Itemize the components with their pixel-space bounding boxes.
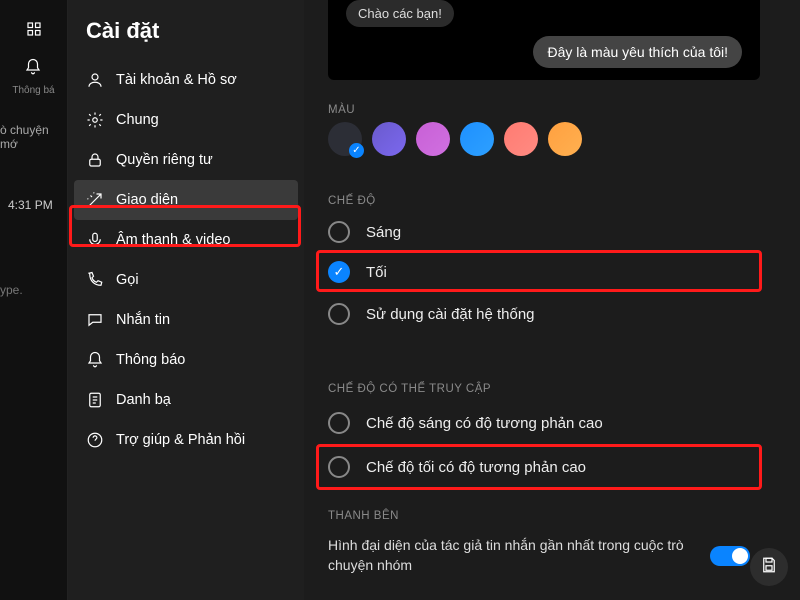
- settings-item-calling[interactable]: Gọi: [68, 260, 304, 300]
- left-truncated-chat: ò chuyện mớ: [0, 123, 68, 151]
- settings-item-general[interactable]: Chung: [68, 100, 304, 140]
- settings-item-contacts[interactable]: Danh bạ: [68, 380, 304, 420]
- mic-icon: [86, 231, 104, 249]
- help-icon: [86, 431, 104, 449]
- preview-bubble-incoming: Chào các bạn!: [346, 0, 454, 27]
- save-icon: [760, 556, 778, 579]
- mode-label: Sử dụng cài đặt hệ thống: [366, 306, 535, 323]
- theme-preview: Chào các bạn! Đây là màu yêu thích của t…: [328, 0, 760, 80]
- wand-icon: [86, 191, 104, 209]
- mode-label: Tối: [366, 264, 387, 281]
- settings-item-label: Thông báo: [116, 352, 185, 368]
- left-time: 4:31 PM: [8, 198, 53, 212]
- settings-item-label: Giao diện: [116, 192, 178, 208]
- settings-item-audio-video[interactable]: Âm thanh & video: [68, 220, 304, 260]
- settings-item-label: Nhắn tin: [116, 312, 170, 328]
- accessible-label: Chế độ sáng có độ tương phản cao: [366, 415, 603, 432]
- bell-icon: [86, 351, 104, 369]
- accessible-label: Chế độ tối có độ tương phản cao: [366, 459, 586, 476]
- color-swatches: [328, 122, 582, 156]
- settings-item-notifications[interactable]: Thông báo: [68, 340, 304, 380]
- accessible-option-light-high-contrast[interactable]: Chế độ sáng có độ tương phản cao: [328, 412, 603, 434]
- radio-icon: [328, 412, 350, 434]
- settings-item-privacy[interactable]: Quyền riêng tư: [68, 140, 304, 180]
- person-icon: [86, 71, 104, 89]
- settings-item-label: Chung: [116, 112, 159, 128]
- color-swatch-3[interactable]: [460, 122, 494, 156]
- settings-item-label: Âm thanh & video: [116, 232, 230, 248]
- settings-item-help[interactable]: Trợ giúp & Phản hồi: [68, 420, 304, 460]
- color-swatch-2[interactable]: [416, 122, 450, 156]
- phone-icon: [86, 271, 104, 289]
- contacts-icon: [86, 391, 104, 409]
- settings-item-label: Tài khoản & Hồ sơ: [116, 72, 237, 88]
- left-truncated-ype: ype.: [0, 283, 23, 297]
- chat-icon: [86, 311, 104, 329]
- mode-option-dark[interactable]: ✓ Tối: [328, 261, 387, 283]
- settings-item-label: Trợ giúp & Phản hồi: [116, 432, 245, 448]
- sidebar-avatar-toggle[interactable]: [710, 546, 750, 566]
- radio-checked-icon: ✓: [328, 261, 350, 283]
- settings-item-label: Gọi: [116, 272, 139, 288]
- mode-option-light[interactable]: Sáng: [328, 221, 401, 243]
- app-leftbar: Thông bá: [0, 0, 68, 600]
- settings-sidebar: Cài đặt Tài khoản & Hồ sơ Chung Quyền ri…: [68, 0, 304, 600]
- bell-icon: [24, 58, 42, 81]
- color-swatch-5[interactable]: [548, 122, 582, 156]
- settings-item-label: Quyền riêng tư: [116, 152, 213, 168]
- settings-title: Cài đặt: [68, 18, 304, 60]
- section-label-accessible: CHẾ ĐỘ CÓ THỂ TRUY CẬP: [328, 383, 491, 395]
- settings-item-label: Danh bạ: [116, 392, 171, 408]
- radio-icon: [328, 303, 350, 325]
- section-label-color: MÀU: [328, 104, 355, 116]
- save-fab[interactable]: [750, 548, 788, 586]
- preview-bubble-outgoing: Đây là màu yêu thích của tôi!: [533, 36, 742, 68]
- settings-item-appearance[interactable]: Giao diện: [74, 180, 298, 220]
- mode-label: Sáng: [366, 224, 401, 241]
- radio-icon: [328, 456, 350, 478]
- notifications-label: Thông bá: [12, 85, 54, 96]
- sidebar-avatar-setting-text: Hình đại diện của tác giả tin nhắn gần n…: [328, 536, 710, 575]
- accessible-option-dark-high-contrast[interactable]: Chế độ tối có độ tương phản cao: [328, 456, 586, 478]
- gear-icon: [86, 111, 104, 129]
- settings-item-account[interactable]: Tài khoản & Hồ sơ: [68, 60, 304, 100]
- apps-grid-icon[interactable]: [25, 20, 43, 38]
- color-swatch-1[interactable]: [372, 122, 406, 156]
- settings-content: Chào các bạn! Đây là màu yêu thích của t…: [304, 0, 800, 600]
- section-label-sidebar: THANH BÊN: [328, 510, 399, 522]
- notifications-nav[interactable]: Thông bá: [12, 58, 54, 96]
- mode-option-system[interactable]: Sử dụng cài đặt hệ thống: [328, 303, 535, 325]
- section-label-mode: CHẾ ĐỘ: [328, 195, 376, 207]
- lock-icon: [86, 151, 104, 169]
- settings-item-messaging[interactable]: Nhắn tin: [68, 300, 304, 340]
- radio-icon: [328, 221, 350, 243]
- color-swatch-4[interactable]: [504, 122, 538, 156]
- color-swatch-0[interactable]: [328, 122, 362, 156]
